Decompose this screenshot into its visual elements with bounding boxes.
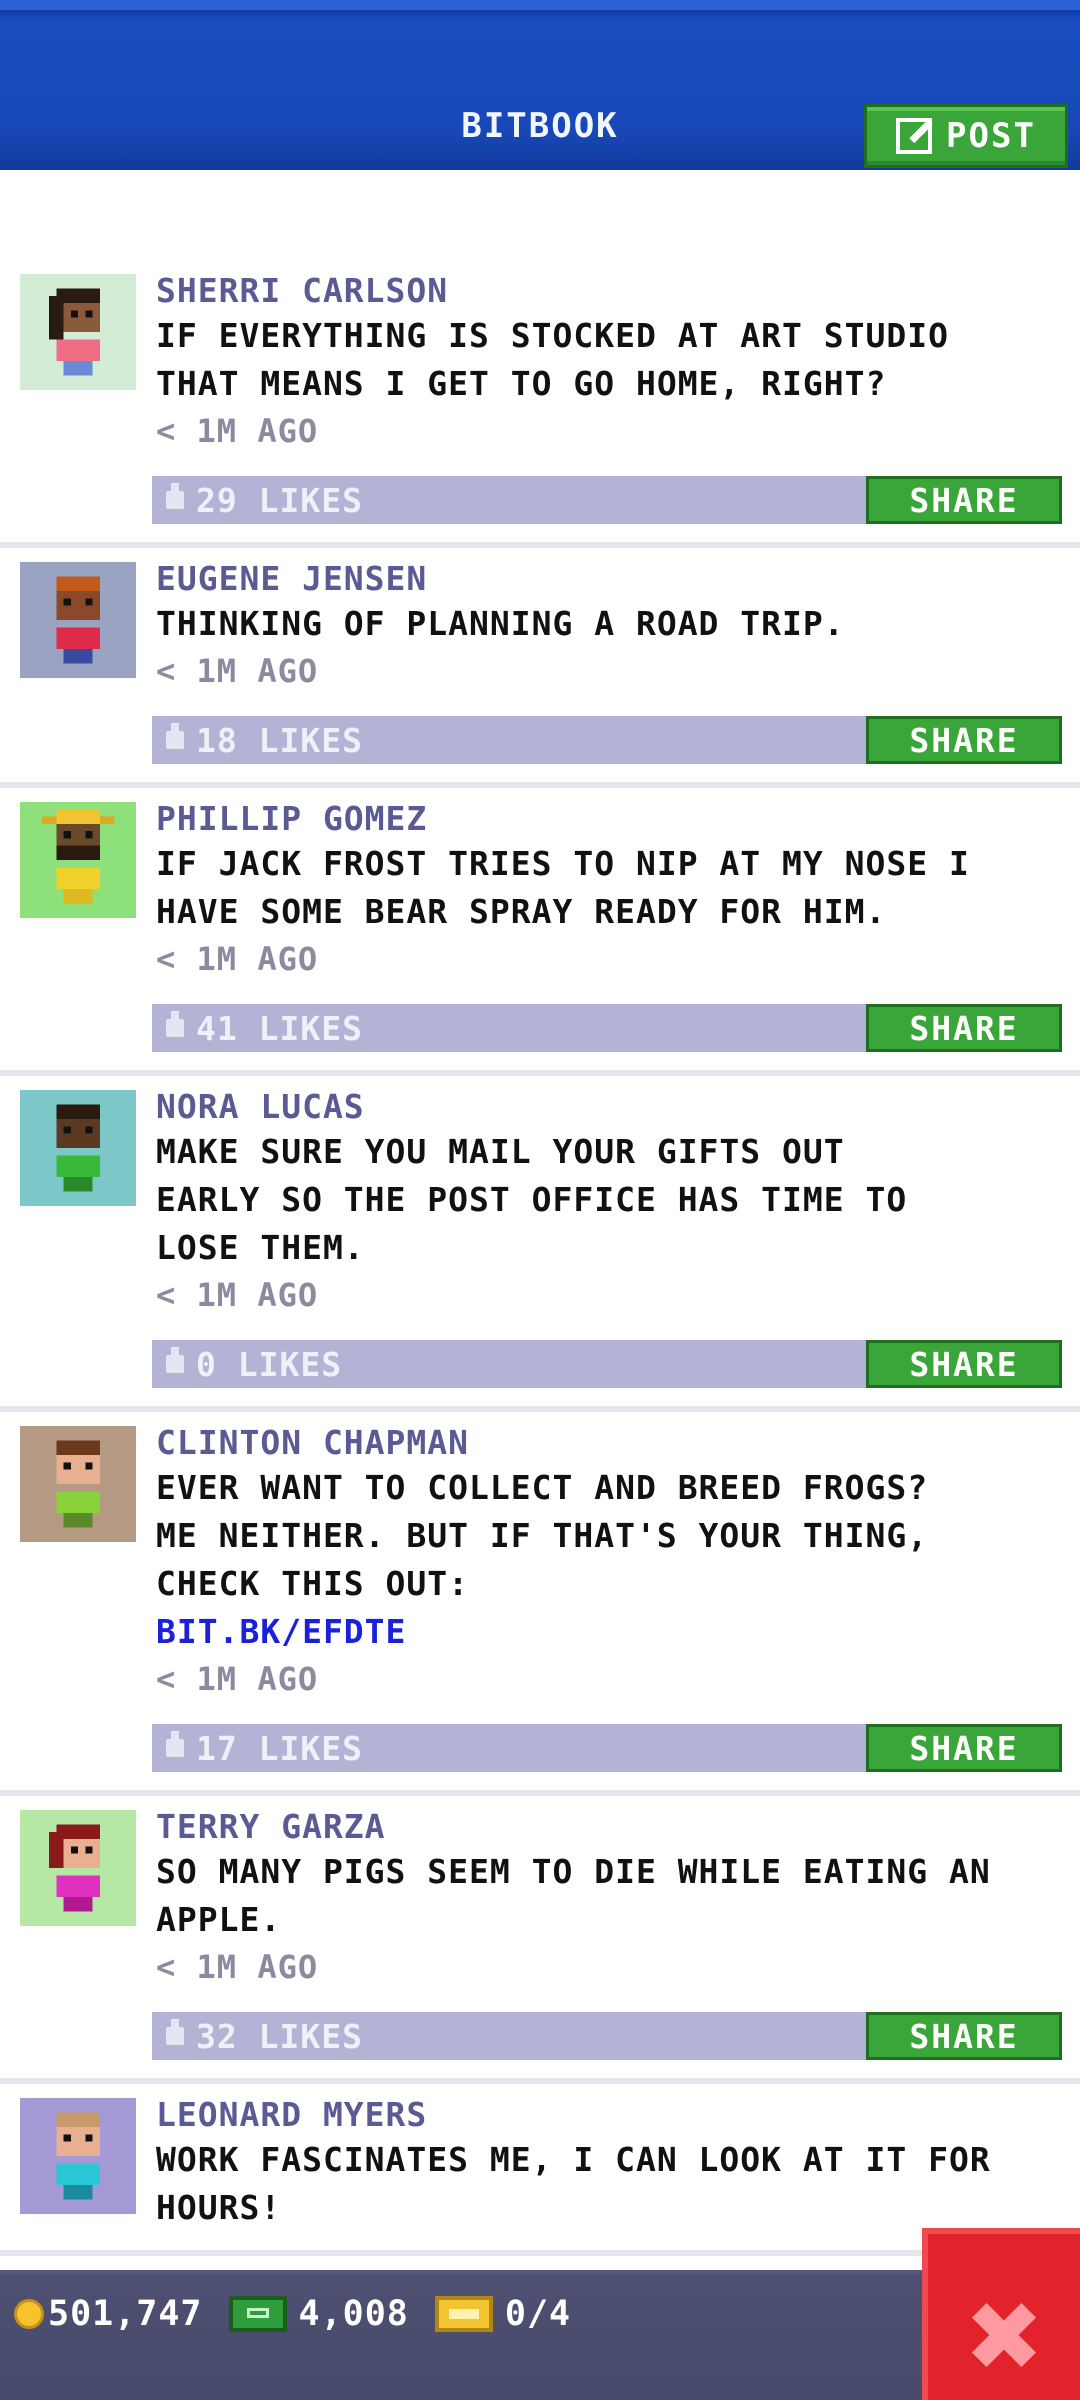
likes-count: 0 LIKES [196, 1344, 343, 1384]
feed-post: EUGENE JENSEN THINKING OF PLANNING A ROA… [0, 558, 1080, 788]
avatar [20, 1810, 136, 1926]
feed-post: LEONARD MYERS WORK FASCINATES ME, I CAN … [0, 2094, 1080, 2256]
currency-stats: 501,747 4,008 0/4 [14, 2294, 571, 2334]
bux-value: 4,008 [298, 2294, 409, 2334]
thumbs-up-icon [166, 723, 184, 749]
post-message: MAKE SURE YOU MAIL YOUR GIFTS OUT EARLY … [156, 1132, 908, 1267]
feed-post: CLINTON CHAPMAN EVER WANT TO COLLECT AND… [0, 1422, 1080, 1796]
app-header: BITBOOK POST [0, 0, 1080, 170]
feed-post: TERRY GARZA SO MANY PIGS SEEM TO DIE WHI… [0, 1806, 1080, 2084]
coins-value: 501,747 [48, 2294, 203, 2334]
post-time: < 1M AGO [156, 1948, 319, 1986]
share-button[interactable]: SHARE [866, 1004, 1062, 1052]
share-button[interactable]: SHARE [866, 1724, 1062, 1772]
like-bar[interactable]: 17 LIKES SHARE [152, 1724, 1062, 1772]
feed[interactable]: SHERRI CARLSON IF EVERYTHING IS STOCKED … [0, 270, 1080, 2266]
feed-post: NORA LUCAS MAKE SURE YOU MAIL YOUR GIFTS… [0, 1086, 1080, 1412]
thumbs-up-icon [166, 2019, 184, 2045]
post-message: WORK FASCINATES ME, I CAN LOOK AT IT FOR… [156, 2140, 991, 2227]
thumbs-up-icon [166, 483, 184, 509]
post-message: IF EVERYTHING IS STOCKED AT ART STUDIO T… [156, 316, 949, 403]
post-author[interactable]: PHILLIP GOMEZ [156, 798, 1068, 840]
avatar [20, 1090, 136, 1206]
avatar [20, 1426, 136, 1542]
edit-icon [896, 118, 933, 154]
post-button[interactable]: POST [864, 104, 1068, 168]
ticket-icon [434, 2296, 493, 2332]
share-button[interactable]: SHARE [866, 476, 1062, 524]
like-bar[interactable]: 41 LIKES SHARE [152, 1004, 1062, 1052]
post-time: < 1M AGO [156, 940, 319, 978]
post-time: < 1M AGO [156, 1276, 319, 1314]
post-time: < 1M AGO [156, 652, 319, 690]
post-message: SO MANY PIGS SEEM TO DIE WHILE EATING AN… [156, 1852, 991, 1939]
coin-icon [14, 2299, 44, 2329]
post-author[interactable]: EUGENE JENSEN [156, 558, 1068, 600]
thumbs-up-icon [166, 1731, 184, 1757]
share-button[interactable]: SHARE [866, 2012, 1062, 2060]
likes-count: 32 LIKES [196, 2016, 363, 2056]
like-bar[interactable]: 32 LIKES SHARE [152, 2012, 1062, 2060]
likes-count: 18 LIKES [196, 720, 363, 760]
post-author[interactable]: TERRY GARZA [156, 1806, 1068, 1848]
likes-count: 29 LIKES [196, 480, 363, 520]
avatar [20, 2098, 136, 2214]
thumbs-up-icon [166, 1011, 184, 1037]
post-author[interactable]: LEONARD MYERS [156, 2094, 1068, 2136]
feed-post: PHILLIP GOMEZ IF JACK FROST TRIES TO NIP… [0, 798, 1080, 1076]
post-author[interactable]: NORA LUCAS [156, 1086, 1068, 1128]
likes-count: 41 LIKES [196, 1008, 363, 1048]
share-button[interactable]: SHARE [866, 716, 1062, 764]
post-link[interactable]: BIT.BK/EFDTE [156, 1608, 1068, 1656]
thumbs-up-icon [166, 1347, 184, 1373]
like-bar[interactable]: 18 LIKES SHARE [152, 716, 1062, 764]
feed-post: SHERRI CARLSON IF EVERYTHING IS STOCKED … [0, 270, 1080, 548]
post-author[interactable]: SHERRI CARLSON [156, 270, 1068, 312]
currency-bar: 501,747 4,008 0/4 [0, 2270, 1080, 2400]
post-time: < 1M AGO [156, 412, 319, 450]
like-bar[interactable]: 0 LIKES SHARE [152, 1340, 1062, 1388]
post-message: IF JACK FROST TRIES TO NIP AT MY NOSE I … [156, 844, 970, 931]
close-button[interactable]: ✖ [922, 2228, 1080, 2400]
like-bar[interactable]: 29 LIKES SHARE [152, 476, 1062, 524]
post-message: THINKING OF PLANNING A ROAD TRIP. [156, 604, 845, 643]
post-message: EVER WANT TO COLLECT AND BREED FROGS? ME… [156, 1468, 929, 1603]
share-button[interactable]: SHARE [866, 1340, 1062, 1388]
tickets-value: 0/4 [504, 2294, 572, 2334]
bux-icon [228, 2296, 287, 2332]
post-time: < 1M AGO [156, 1660, 319, 1698]
avatar [20, 802, 136, 918]
likes-count: 17 LIKES [196, 1728, 363, 1768]
post-author[interactable]: CLINTON CHAPMAN [156, 1422, 1068, 1464]
avatar [20, 274, 136, 390]
close-icon: ✖ [963, 2281, 1045, 2393]
post-button-label: POST [946, 116, 1036, 156]
avatar [20, 562, 136, 678]
